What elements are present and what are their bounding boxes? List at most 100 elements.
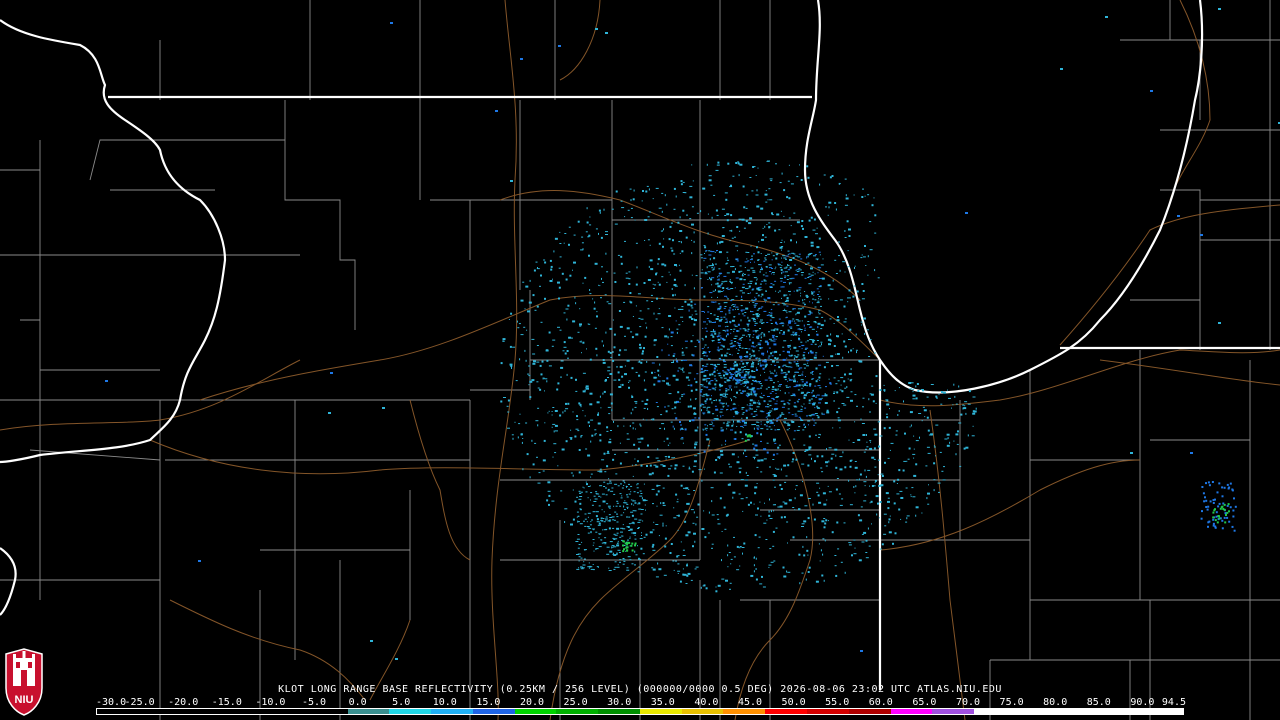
- radar-echo: [739, 328, 742, 330]
- radar-echo: [831, 453, 835, 455]
- radar-echo: [724, 295, 727, 297]
- radar-echo: [632, 510, 635, 512]
- radar-echo: [774, 442, 777, 444]
- radar-echo: [580, 566, 583, 568]
- radar-echo: [678, 264, 680, 266]
- radar-echo: [906, 515, 910, 517]
- radar-echo: [756, 315, 760, 318]
- radar-echo: [533, 360, 536, 363]
- radar-echo: [707, 306, 710, 308]
- radar-echo: [772, 255, 775, 257]
- radar-echo: [649, 259, 653, 262]
- radar-echo: [622, 417, 625, 419]
- radar-echo: [695, 566, 699, 568]
- radar-echo: [739, 379, 741, 381]
- radar-echo: [605, 379, 607, 381]
- radar-echo: [594, 433, 596, 436]
- radar-echo: [838, 241, 840, 243]
- radar-echo: [589, 216, 591, 218]
- radar-echo: [779, 182, 782, 184]
- radar-echo: [737, 373, 740, 375]
- radar-echo: [794, 274, 798, 276]
- radar-echo: [722, 287, 725, 289]
- radar-echo: [701, 395, 705, 397]
- radar-echo: [798, 253, 801, 255]
- radar-echo: [607, 366, 611, 368]
- radar-echo: [971, 435, 975, 437]
- radar-echo: [815, 233, 818, 235]
- radar-echo: [706, 318, 709, 319]
- radar-echo: [639, 326, 642, 328]
- radar-echo: [614, 281, 617, 283]
- radar-echo: [804, 384, 807, 386]
- radar-echo: [800, 179, 803, 181]
- radar-echo: [704, 365, 708, 367]
- radar-echo: [724, 443, 726, 445]
- radar-echo: [741, 420, 745, 423]
- radar-echo: [807, 517, 810, 520]
- radar-echo: [643, 282, 646, 284]
- radar-echo: [612, 359, 615, 362]
- radar-echo: [743, 375, 745, 377]
- radar-echo: [701, 479, 703, 482]
- radar-echo: [770, 561, 774, 563]
- radar-echo: [792, 458, 795, 461]
- radar-echo: [628, 380, 631, 382]
- radar-echo: [1231, 525, 1234, 528]
- radar-echo: [807, 554, 809, 556]
- radar-echo: [839, 468, 843, 471]
- radar-echo: [744, 484, 748, 487]
- radar-echo: [760, 428, 764, 430]
- radar-echo: [745, 288, 749, 290]
- radar-echo: [607, 488, 610, 490]
- radar-echo: [585, 448, 588, 450]
- radar-echo: [630, 511, 634, 513]
- radar-echo: [596, 311, 598, 313]
- radar-echo: [619, 493, 622, 495]
- radar-echo: [791, 277, 795, 279]
- radar-echo: [915, 506, 919, 509]
- radar-echo: [612, 546, 614, 548]
- radar-echo: [718, 389, 721, 391]
- radar-echo: [825, 519, 828, 522]
- radar-echo: [582, 341, 585, 344]
- radar-echo: [856, 290, 859, 293]
- radar-echo: [881, 475, 884, 477]
- radar-echo: [640, 318, 644, 320]
- radar-echo: [667, 405, 670, 407]
- radar-echo: [843, 522, 846, 524]
- radar-echo: [739, 357, 742, 359]
- radar-echo: [584, 276, 587, 279]
- radar-echo: [799, 329, 803, 330]
- radar-echo: [537, 387, 540, 389]
- radar-echo: [719, 456, 721, 458]
- radar-echo: [673, 187, 676, 190]
- radar-echo: [788, 354, 791, 356]
- colorbar-segment: [890, 709, 933, 714]
- radar-echo: [721, 281, 725, 283]
- radar-echo: [803, 351, 806, 353]
- radar-echo: [771, 273, 773, 275]
- radar-echo: [858, 478, 860, 481]
- radar-echo: [652, 549, 656, 551]
- radar-echo: [787, 424, 791, 427]
- radar-echo: [814, 354, 817, 356]
- radar-echo: [578, 567, 580, 569]
- radar-echo: [949, 441, 951, 444]
- radar-echo: [747, 374, 750, 376]
- radar-echo: [720, 344, 723, 346]
- radar-echo: [745, 456, 748, 457]
- radar-echo: [606, 503, 609, 505]
- radar-echo: [953, 383, 955, 386]
- radar-echo: [883, 513, 887, 515]
- radar-echo: [814, 413, 818, 414]
- radar-echo: [707, 232, 709, 235]
- radar-echo: [642, 418, 644, 420]
- radar-echo: [806, 324, 810, 326]
- radar-echo: [884, 389, 886, 392]
- radar-echo: [692, 335, 694, 337]
- radar-echo: [759, 583, 763, 585]
- scale-label: 30.0: [607, 697, 632, 708]
- radar-echo: [809, 383, 812, 386]
- radar-echo: [733, 536, 735, 538]
